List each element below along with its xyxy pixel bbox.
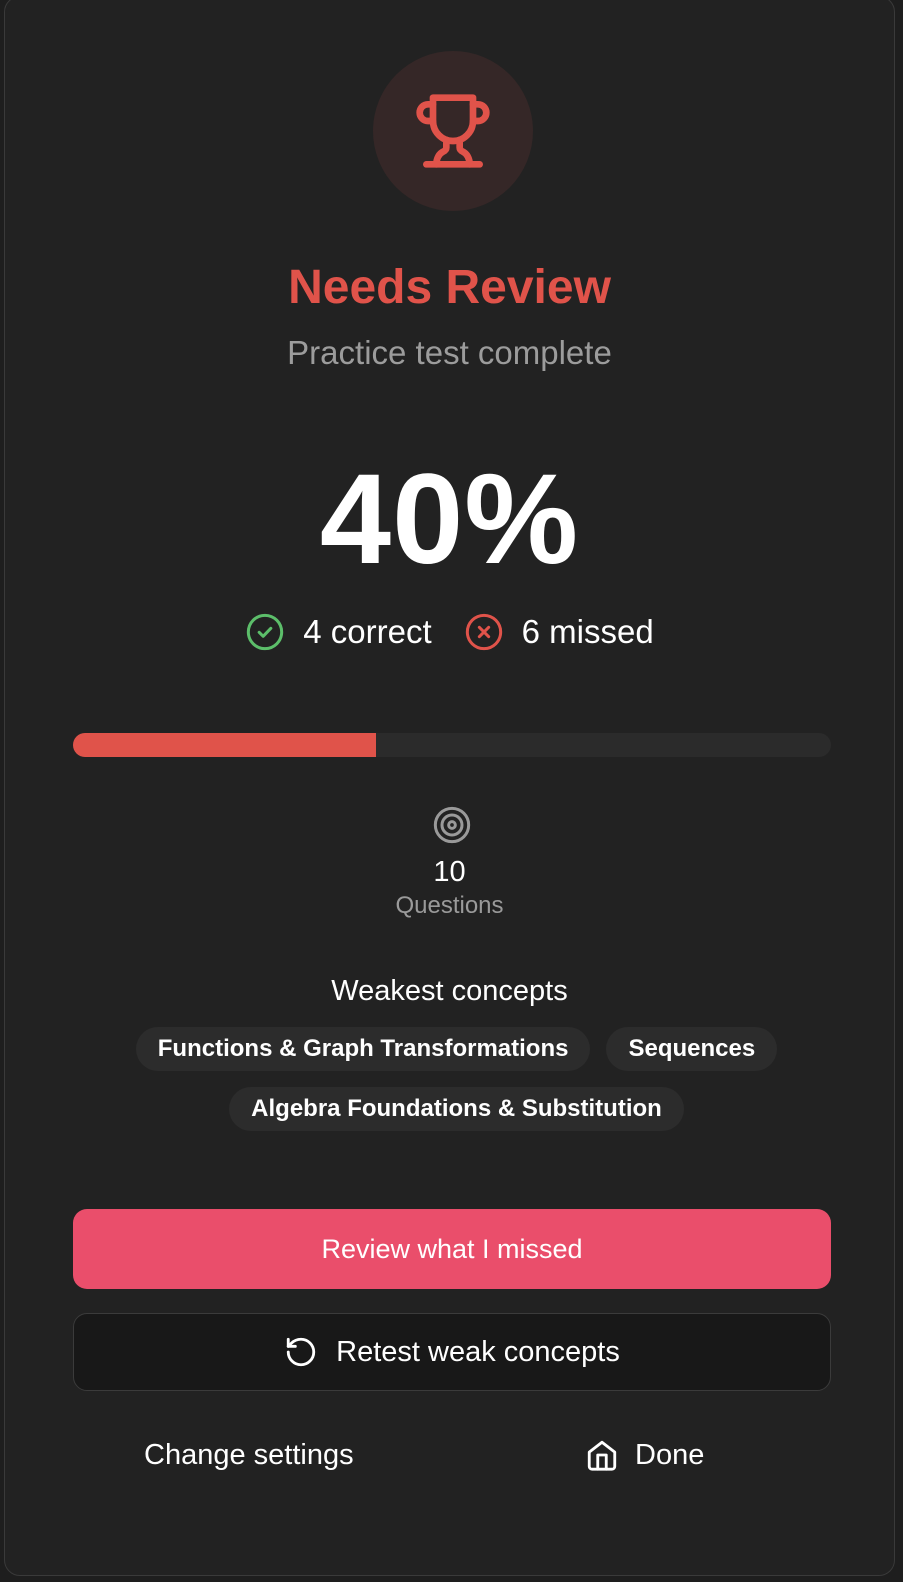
- done-button[interactable]: Done: [585, 1433, 704, 1477]
- target-icon: [433, 806, 471, 844]
- x-circle-icon: [465, 613, 502, 651]
- weakest-concepts-list: Functions & Graph Transformations Sequen…: [115, 1027, 798, 1131]
- concept-chip: Algebra Foundations & Substitution: [229, 1087, 684, 1131]
- missed-stat: 6 missed: [464, 612, 654, 652]
- score-percent: 40%: [319, 448, 580, 591]
- result-subtitle: Practice test complete: [287, 334, 612, 371]
- retest-weak-label: Retest weak concepts: [336, 1335, 620, 1368]
- review-missed-button[interactable]: Review what I missed: [73, 1209, 831, 1289]
- result-title: Needs Review: [288, 261, 611, 314]
- change-settings-button[interactable]: Change settings: [144, 1433, 354, 1477]
- check-circle-icon: [247, 613, 284, 651]
- score-breakdown: 4 correct 6 missed: [5, 609, 894, 655]
- missed-count: 6 missed: [521, 613, 654, 650]
- trophy-badge: [373, 51, 533, 211]
- concept-chip: Sequences: [606, 1027, 778, 1071]
- review-missed-label: Review what I missed: [321, 1233, 583, 1264]
- score-progress-fill: [73, 733, 377, 757]
- question-count: 10: [433, 856, 466, 888]
- score-progress-bar: [73, 733, 831, 757]
- correct-count: 4 correct: [303, 613, 432, 650]
- change-settings-label: Change settings: [144, 1438, 354, 1471]
- weakest-concepts-title: Weakest concepts: [331, 975, 568, 1007]
- concept-chip: Functions & Graph Transformations: [135, 1027, 591, 1071]
- home-icon: [587, 1440, 617, 1471]
- done-label: Done: [635, 1438, 705, 1471]
- trophy-icon: [416, 94, 490, 168]
- question-count-label: Questions: [395, 892, 504, 919]
- correct-stat: 4 correct: [245, 612, 432, 652]
- rotate-ccw-icon: [286, 1337, 316, 1367]
- results-card: Needs Review Practice test complete 40% …: [4, 0, 895, 1576]
- retest-weak-button[interactable]: Retest weak concepts: [73, 1313, 831, 1391]
